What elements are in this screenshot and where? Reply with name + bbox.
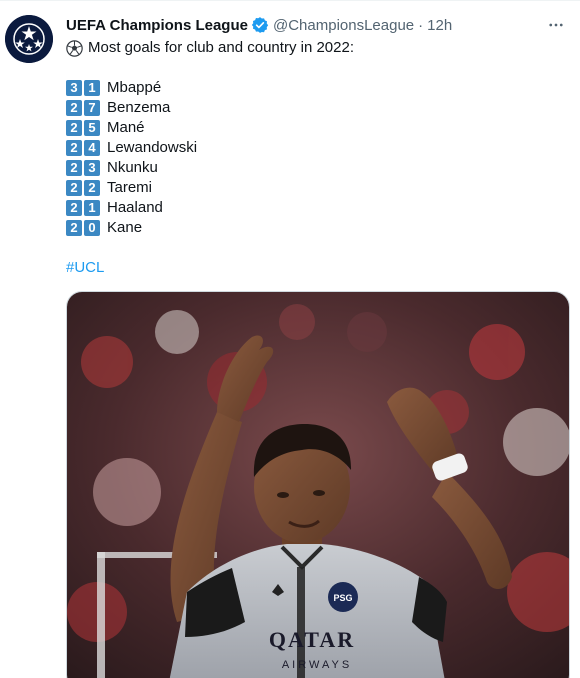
ranking-row: 2 0 Kane	[66, 218, 570, 238]
keycap-digit: 0	[84, 220, 100, 236]
more-dots-icon[interactable]	[544, 13, 568, 37]
player-name: Lewandowski	[107, 139, 198, 156]
shirt-sponsor: QATAR	[269, 627, 355, 652]
ranking-row: 3 1 Mbappé	[66, 78, 570, 98]
keycap-digit: 2	[84, 180, 100, 196]
keycap-digit: 7	[84, 100, 100, 116]
keycap-digit: 2	[66, 200, 82, 216]
psg-crest-icon: PSG	[328, 582, 358, 612]
ucl-starball-icon[interactable]	[5, 15, 53, 63]
keycap-digit: 2	[66, 140, 82, 156]
keycap-digit: 2	[66, 160, 82, 176]
player-name: Nkunku	[107, 159, 158, 176]
ranking-row: 2 3 Nkunku	[66, 158, 570, 178]
timestamp[interactable]: 12h	[427, 17, 452, 34]
keycap-digit: 2	[66, 220, 82, 236]
verified-badge-icon	[251, 16, 269, 34]
ranking-row: 2 7 Benzema	[66, 98, 570, 118]
keycap-digit: 2	[66, 120, 82, 136]
display-name[interactable]: UEFA Champions League	[66, 17, 248, 34]
hashtag-link[interactable]: #UCL	[66, 258, 104, 278]
separator-dot: ·	[418, 16, 424, 34]
tweet-intro: Most goals for club and country in 2022:	[88, 39, 354, 56]
player-name: Benzema	[107, 99, 171, 116]
ranking-row: 2 2 Taremi	[66, 178, 570, 198]
keycap-digit: 5	[84, 120, 100, 136]
keycap-digit: 4	[84, 140, 100, 156]
keycap-digit: 3	[84, 160, 100, 176]
player-name: Mbappé	[107, 79, 162, 96]
keycap-digit: 1	[84, 200, 100, 216]
tweet-header: UEFA Champions League @ChampionsLeague ·…	[66, 15, 530, 35]
keycap-digit: 2	[66, 100, 82, 116]
goal-ranking-list: 3 1 Mbappé 2 7 Benzema 2 5 Mané 2 4 Lewa…	[66, 78, 570, 238]
shirt-sponsor-sub: AIRWAYS	[282, 659, 352, 671]
player-name: Kane	[107, 219, 143, 236]
keycap-digit: 2	[66, 180, 82, 196]
user-handle[interactable]: @ChampionsLeague	[273, 17, 414, 34]
player-name: Haaland	[107, 199, 163, 216]
tweet-text: Most goals for club and country in 2022:…	[66, 38, 570, 278]
keycap-digit: 1	[84, 80, 100, 96]
tweet[interactable]: UEFA Champions League @ChampionsLeague ·…	[0, 0, 580, 678]
soccer-ball-icon	[66, 39, 83, 57]
player-name: Mané	[107, 119, 145, 136]
tweet-intro-line: Most goals for club and country in 2022:	[66, 38, 570, 58]
ranking-row: 2 1 Haaland	[66, 198, 570, 218]
ranking-row: 2 5 Mané	[66, 118, 570, 138]
ranking-row: 2 4 Lewandowski	[66, 138, 570, 158]
tweet-photo[interactable]: PSG QATAR AIRWAYS	[66, 291, 570, 678]
crest-text: PSG	[333, 593, 352, 603]
player-name: Taremi	[107, 179, 153, 196]
keycap-digit: 3	[66, 80, 82, 96]
